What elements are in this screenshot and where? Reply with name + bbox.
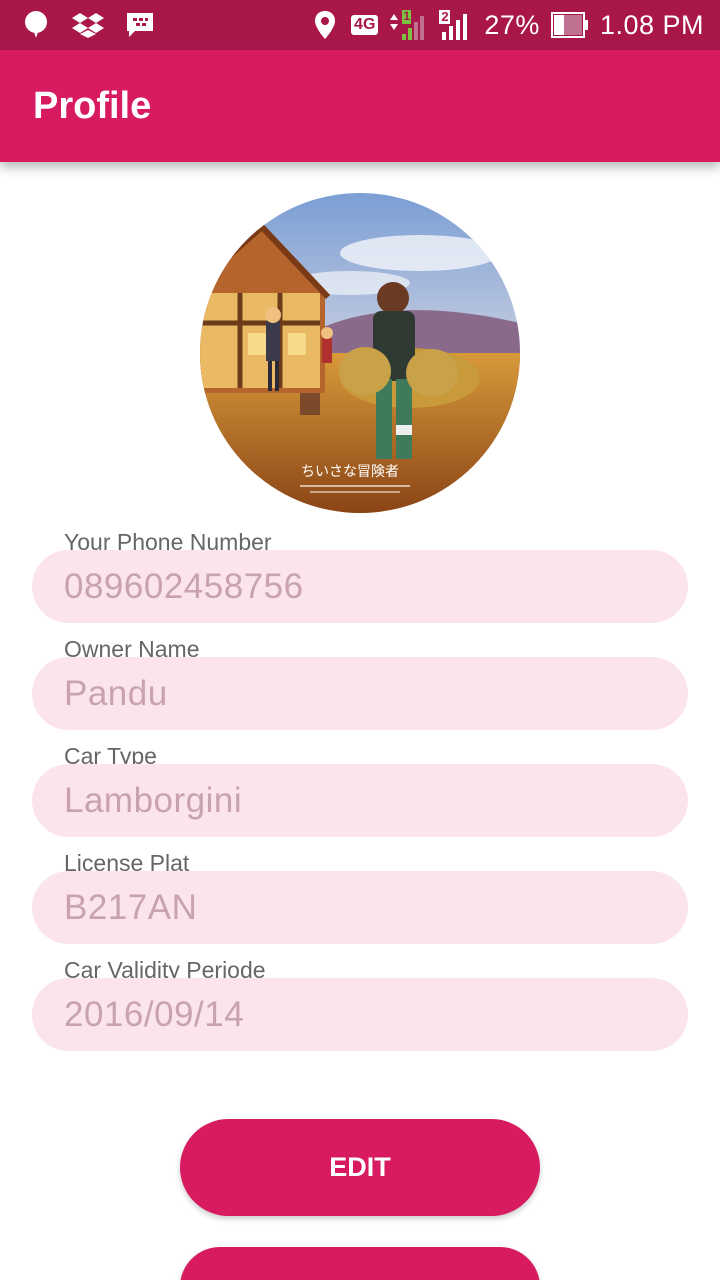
avatar-caption: ちいさな冒険者 [301, 464, 399, 480]
license-plate-value: B217AN [64, 887, 198, 927]
secondary-button[interactable] [180, 1247, 540, 1280]
page-title: Profile [33, 84, 152, 127]
phone-number-field[interactable]: 089602458756 [32, 550, 688, 623]
status-left-icons [20, 9, 156, 41]
phone-number-value: 089602458756 [64, 566, 304, 606]
avatar-image: ちいさな冒険者 [200, 193, 520, 513]
sim2-label: 2 [441, 9, 449, 24]
edit-button[interactable]: EDIT [180, 1119, 540, 1216]
signal-sim2-icon: 2 [438, 9, 474, 41]
status-right-icons: 4G 1 2 27% 1.08 PM [309, 9, 704, 41]
dropbox-icon [72, 9, 104, 41]
owner-name-value: Pandu [64, 673, 168, 713]
bbm-icon [124, 9, 156, 41]
status-bar: 4G 1 2 27% 1.08 PM [0, 0, 720, 50]
license-plate-field[interactable]: B217AN [32, 871, 688, 944]
location-icon [309, 9, 341, 41]
sim1-label: 1 [403, 9, 411, 23]
car-type-value: Lamborgini [64, 780, 243, 820]
owner-name-field[interactable]: Pandu [32, 657, 688, 730]
app-bar: Profile [0, 50, 720, 162]
network-type-badge: 4G [351, 15, 379, 35]
car-validity-field[interactable]: 2016/09/14 [32, 978, 688, 1051]
battery-percent: 27% [484, 9, 540, 40]
clock: 1.08 PM [599, 9, 704, 40]
car-validity-value: 2016/09/14 [64, 994, 245, 1034]
battery-icon [550, 9, 590, 41]
profile-avatar[interactable]: ちいさな冒険者 [200, 193, 520, 513]
notification-balloon-icon [20, 9, 52, 41]
signal-sim1-icon: 1 [388, 9, 428, 41]
car-type-field[interactable]: Lamborgini [32, 764, 688, 837]
